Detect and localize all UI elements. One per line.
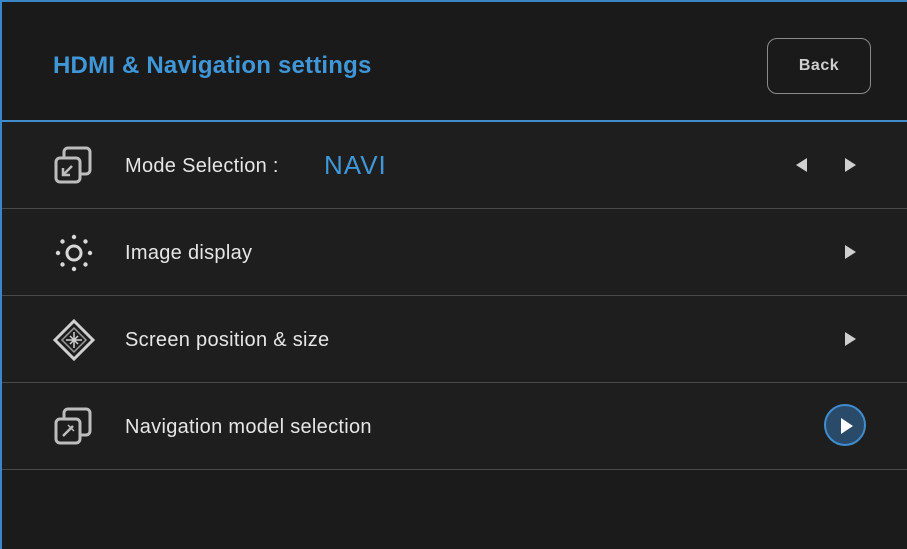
navigation-model-row[interactable]: Navigation model selection	[2, 383, 907, 470]
settings-list: Mode Selection : NAVI Image display Scre…	[2, 122, 907, 470]
mode-selection-icon	[54, 146, 92, 184]
chevron-right-icon[interactable]	[845, 245, 856, 259]
next-option-icon[interactable]	[845, 158, 856, 172]
chevron-right-icon[interactable]	[845, 332, 856, 346]
header-bar: HDMI & Navigation settings Back	[2, 2, 907, 122]
back-button[interactable]: Back	[767, 38, 871, 94]
previous-option-icon[interactable]	[796, 158, 807, 172]
screen-position-label: Screen position & size	[125, 329, 330, 351]
page-title: HDMI & Navigation settings	[53, 52, 372, 79]
navigation-model-label: Navigation model selection	[125, 416, 372, 438]
mode-selection-row[interactable]: Mode Selection : NAVI	[2, 122, 907, 209]
sun-icon	[55, 234, 93, 272]
mode-selection-label: Mode Selection :	[125, 155, 279, 177]
move-diamond-icon	[52, 318, 96, 362]
mode-selection-value: NAVI	[324, 150, 387, 180]
circle-play-icon[interactable]	[824, 404, 866, 446]
image-display-label: Image display	[125, 242, 253, 264]
settings-screen: HDMI & Navigation settings Back Mode Sel…	[0, 0, 907, 549]
screen-position-row[interactable]: Screen position & size	[2, 296, 907, 383]
compass-window-icon	[54, 407, 92, 445]
image-display-row[interactable]: Image display	[2, 209, 907, 296]
